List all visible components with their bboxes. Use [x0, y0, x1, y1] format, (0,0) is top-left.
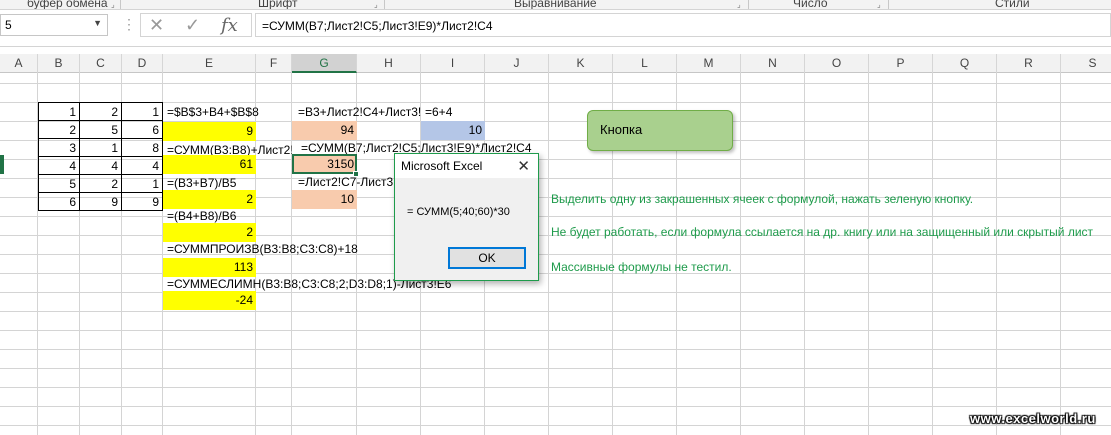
column-header-E[interactable]: E	[163, 54, 256, 73]
column-header-S[interactable]: S	[1061, 54, 1111, 73]
ribbon-divider	[384, 0, 385, 9]
formula-text-cell[interactable]: =$B$3+B4+$B$8	[164, 103, 262, 122]
column-header-A[interactable]: A	[0, 54, 38, 73]
column-header-F[interactable]: F	[256, 54, 292, 73]
result-cell-yellow[interactable]: 61	[163, 155, 256, 174]
formula-input[interactable]: =СУММ(B7;Лист2!C5;Лист3!E9)*Лист2!C4	[255, 13, 1111, 37]
grid-line	[0, 368, 1111, 369]
grid-line	[0, 425, 1111, 426]
result-cell-orange[interactable]: 10	[292, 190, 357, 209]
table-cell[interactable]: 8	[121, 138, 163, 157]
table-cell[interactable]: 4	[38, 156, 80, 175]
result-cell-yellow[interactable]: -24	[163, 291, 256, 310]
column-header-O[interactable]: O	[805, 54, 869, 73]
column-header-R[interactable]: R	[997, 54, 1061, 73]
dialog-launcher-icon[interactable]: ⌟	[374, 0, 378, 9]
watermark: www.excelworld.ru	[970, 411, 1096, 426]
table-cell[interactable]: 5	[38, 174, 80, 193]
enter-icon[interactable]: ✓	[185, 15, 200, 36]
macro-button[interactable]: Кнопка	[587, 110, 733, 151]
name-box-value: 5	[5, 18, 12, 32]
grid-line	[0, 349, 1111, 350]
ok-button[interactable]: OK	[448, 247, 526, 269]
name-box[interactable]: 5 ▼	[0, 14, 108, 36]
column-header-H[interactable]: H	[357, 54, 421, 73]
column-header-P[interactable]: P	[869, 54, 933, 73]
ribbon-divider	[748, 0, 749, 9]
chevron-down-icon[interactable]: ▼	[93, 18, 102, 28]
ribbon-divider	[888, 0, 889, 9]
formula-buttons: ✕ ✓ fx	[140, 13, 252, 37]
grid-line	[0, 330, 1111, 331]
column-header-Q[interactable]: Q	[933, 54, 997, 73]
ribbon: буфер обмена ⌟ Шрифт ⌟ Выравнивание ⌟ Чи…	[0, 0, 1111, 10]
result-cell-orange[interactable]: 94	[292, 121, 357, 140]
note-text: Выделить одну из закрашенных ячеек с фор…	[551, 192, 974, 206]
ribbon-divider	[120, 0, 121, 9]
table-cell[interactable]: 5	[79, 120, 122, 139]
column-header-B[interactable]: B	[38, 54, 80, 73]
close-icon[interactable]: ✕	[517, 157, 530, 175]
table-cell[interactable]: 1	[79, 138, 122, 157]
column-header-K[interactable]: K	[549, 54, 613, 73]
column-header-D[interactable]: D	[122, 54, 163, 73]
note-text: Массивные формулы не тестил.	[551, 260, 732, 274]
table-cell[interactable]: 2	[79, 174, 122, 193]
table-cell[interactable]: 6	[38, 192, 80, 211]
cancel-icon[interactable]: ✕	[149, 15, 164, 36]
column-header-I[interactable]: I	[421, 54, 485, 73]
table-cell[interactable]: 2	[79, 102, 122, 121]
note-text: Не будет работать, если формула ссылаетс…	[551, 225, 1094, 239]
row-header-selected[interactable]	[0, 155, 4, 174]
result-cell-blue[interactable]: 10	[421, 121, 485, 140]
column-header-G[interactable]: G	[292, 54, 357, 73]
formula-text-cell[interactable]: =B3+Лист2!C4+Лист3!	[295, 103, 421, 122]
macro-button-label: Кнопка	[600, 122, 643, 137]
grid-line	[0, 406, 1111, 407]
message-box-title: Microsoft Excel	[401, 159, 483, 173]
column-header-J[interactable]: J	[485, 54, 549, 73]
table-cell[interactable]: 9	[79, 192, 122, 211]
active-cell-selection[interactable]	[292, 154, 357, 174]
table-cell[interactable]: 3	[38, 138, 80, 157]
dialog-launcher-icon[interactable]: ⌟	[737, 0, 741, 9]
resize-handle-icon[interactable]: ⋮	[122, 16, 136, 33]
table-cell[interactable]: 9	[121, 192, 163, 211]
message-box: Microsoft Excel ✕ = СУММ(5;40;60)*30 OK	[394, 153, 539, 281]
fill-handle[interactable]	[353, 171, 359, 177]
result-cell-yellow[interactable]: 9	[163, 122, 256, 141]
table-cell[interactable]: 4	[79, 156, 122, 175]
table-cell[interactable]: 1	[121, 102, 163, 121]
message-box-titlebar: Microsoft Excel ✕	[395, 154, 538, 178]
table-cell[interactable]: 1	[121, 174, 163, 193]
column-header-C[interactable]: C	[80, 54, 122, 73]
column-header-M[interactable]: M	[677, 54, 741, 73]
ribbon-group-styles[interactable]: Стили	[995, 0, 1030, 9]
grid-line	[0, 311, 1111, 312]
ribbon-group-number[interactable]: Число	[793, 0, 828, 9]
grid-line	[0, 83, 1111, 84]
column-header-N[interactable]: N	[741, 54, 805, 73]
dialog-launcher-icon[interactable]: ⌟	[111, 0, 115, 9]
table-cell[interactable]: 6	[121, 120, 163, 139]
insert-function-icon[interactable]: fx	[221, 15, 238, 36]
table-cell[interactable]: 2	[38, 120, 80, 139]
ribbon-group-clipboard[interactable]: буфер обмена	[27, 0, 108, 9]
table-cell[interactable]: 4	[121, 156, 163, 175]
formula-text-cell[interactable]: =6+4	[422, 103, 455, 122]
dialog-launcher-icon[interactable]: ⌟	[877, 0, 881, 9]
message-box-text: = СУММ(5;40;60)*30	[407, 206, 510, 218]
column-header-L[interactable]: L	[613, 54, 677, 73]
grid-line	[0, 387, 1111, 388]
ribbon-group-alignment[interactable]: Выравнивание	[514, 0, 597, 9]
ribbon-group-font[interactable]: Шрифт	[258, 0, 297, 9]
column-headers: A B C D E F G H I J K L M N O P Q R S	[0, 54, 1111, 73]
table-cell[interactable]: 1	[38, 102, 80, 121]
formula-text-cell[interactable]: =СУММПРОИЗВ(B3:B8;C3:C8)+18	[164, 240, 361, 259]
